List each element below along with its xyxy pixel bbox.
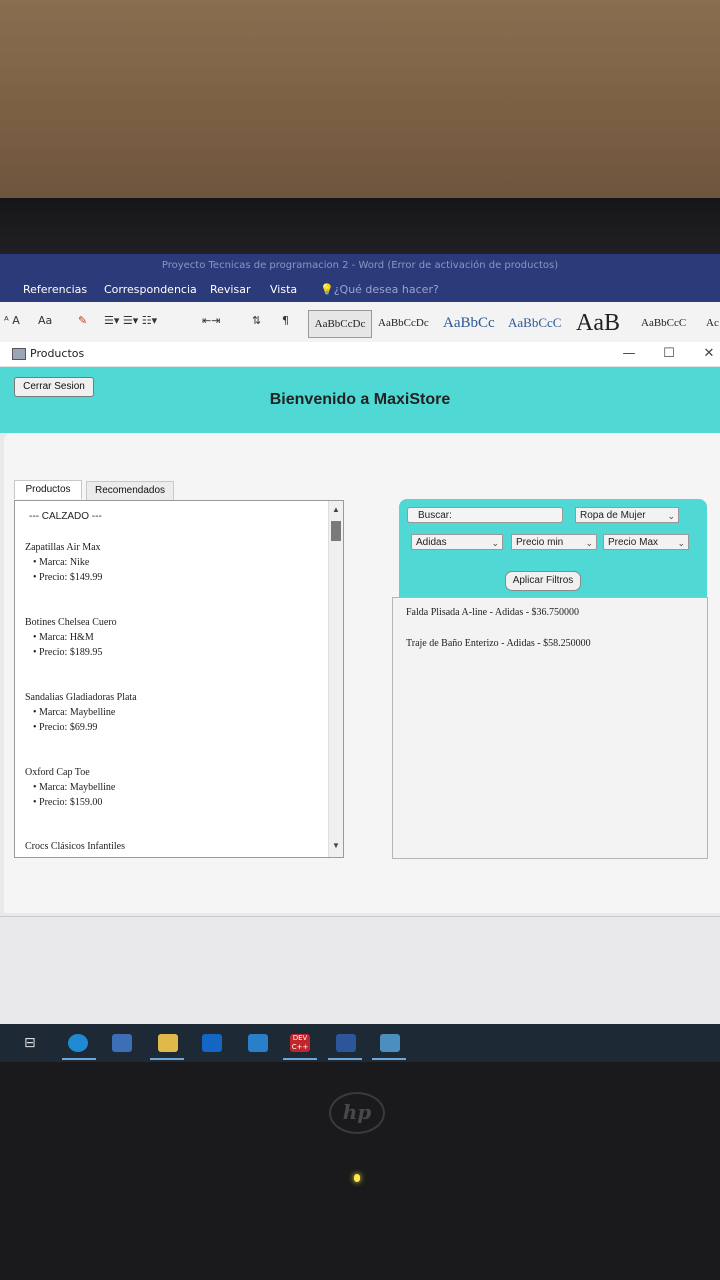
window-divider — [0, 916, 720, 917]
file-explorer-icon[interactable] — [158, 1034, 178, 1052]
list-item[interactable]: Sandalias Gladiadoras Plata • Marca: May… — [25, 692, 325, 737]
brand-select-value: Adidas — [416, 537, 447, 548]
task-view-icon[interactable]: ⊟ — [24, 1034, 44, 1052]
category-select[interactable]: Ropa de Mujer ⌄ — [575, 507, 679, 523]
chevron-down-icon: ⌄ — [677, 538, 685, 548]
product-brand: • Marca: Maybelline — [33, 707, 116, 718]
outlook-icon[interactable] — [202, 1034, 222, 1052]
product-price: • Precio: $159.00 — [33, 797, 103, 808]
content-area: Productos Recomendados --- CALZADO --- Z… — [4, 433, 720, 913]
style-normal[interactable]: AaBbCcDc — [308, 310, 372, 338]
sort-icon[interactable]: ⇅ — [252, 314, 261, 327]
app-active-indicator — [372, 1058, 406, 1060]
product-name: Zapatillas Air Max — [25, 542, 101, 553]
price-max-select[interactable]: Precio Max ⌄ — [603, 534, 689, 550]
price-min-select[interactable]: Precio min ⌄ — [511, 534, 597, 550]
visual-studio-icon[interactable] — [248, 1034, 268, 1052]
product-brand: • Marca: Nike — [33, 557, 90, 568]
product-name: Crocs Clásicos Infantiles — [25, 841, 125, 852]
word-ribbon: ᴬ A Aa ✎ ☰▾ ☰▾ ☷▾ ⇤⇥ ⇅ ¶ AaBbCcDc AaBbCc… — [0, 302, 720, 343]
indent-icon[interactable]: ⇤⇥ — [202, 314, 220, 327]
explorer-active-indicator — [150, 1058, 184, 1060]
product-brand: • Marca: H&M — [33, 632, 94, 643]
chevron-down-icon: ⌄ — [491, 538, 499, 548]
price-min-value: Precio min — [516, 537, 564, 548]
header-band: Cerrar Sesion Bienvenido a MaxiStore — [0, 367, 720, 433]
apply-filters-button[interactable]: Aplicar Filtros — [505, 571, 581, 591]
product-name: Botines Chelsea Cuero — [25, 617, 117, 628]
monitor-screen: Proyecto Tecnicas de programacion 2 - Wo… — [0, 254, 720, 1062]
filter-panel: Buscar: Ropa de Mujer ⌄ Adidas ⌄ Precio … — [399, 499, 707, 597]
style-no-spacing[interactable]: AaBbCcDc — [378, 310, 429, 336]
menu-item-vista[interactable]: Vista — [270, 283, 297, 296]
category-select-value: Ropa de Mujer — [580, 510, 646, 521]
chevron-up-icon[interactable]: ▲ — [329, 505, 343, 517]
chevron-down-icon: ⌄ — [585, 538, 593, 548]
devcpp-active-indicator — [283, 1058, 317, 1060]
edge-browser-icon[interactable] — [68, 1034, 88, 1052]
style-more[interactable]: Ac — [706, 310, 719, 336]
bullets-icon[interactable]: ☰▾ ☰▾ ☷▾ — [104, 314, 157, 327]
power-led — [354, 1174, 360, 1182]
window-icon — [12, 348, 26, 360]
menu-item-correspondencia[interactable]: Correspondencia — [104, 283, 197, 296]
style-title[interactable]: AaB — [576, 310, 620, 336]
minimize-button[interactable]: — — [614, 342, 644, 366]
tell-me-search[interactable]: 💡¿Qué desea hacer? — [320, 283, 439, 296]
product-price: • Precio: $189.95 — [33, 647, 103, 658]
scrollbar-thumb[interactable] — [331, 521, 341, 541]
taskbar: ⊟ DEV C++ — [0, 1024, 720, 1062]
tab-productos[interactable]: Productos — [14, 480, 82, 499]
product-price: • Precio: $69.99 — [33, 722, 98, 733]
style-heading-1[interactable]: AaBbCc — [443, 310, 495, 336]
product-name: Oxford Cap Toe — [25, 767, 90, 778]
word-menu-bar: Referencias Correspondencia Revisar Vist… — [0, 278, 720, 302]
word-icon[interactable] — [336, 1034, 356, 1052]
lightbulb-icon: 💡 — [320, 283, 334, 296]
category-header: --- CALZADO --- — [29, 511, 102, 522]
product-brand: • Marca: Maybelline — [33, 782, 116, 793]
close-button[interactable]: ✕ — [694, 342, 720, 366]
app-title-bar: Productos — ☐ ✕ — [0, 342, 720, 367]
app-window-icon[interactable] — [380, 1034, 400, 1052]
hp-logo: hp — [329, 1092, 385, 1134]
style-heading-2[interactable]: AaBbCcC — [508, 310, 561, 336]
list-item[interactable]: Crocs Clásicos Infantiles — [25, 841, 325, 856]
word-active-indicator — [328, 1058, 362, 1060]
pilcrow-icon[interactable]: ¶ — [282, 314, 289, 327]
monitor-bezel-top — [0, 198, 720, 254]
tell-me-label: ¿Qué desea hacer? — [333, 283, 439, 296]
filtered-results-list[interactable]: Falda Plisada A-line - Adidas - $36.7500… — [392, 597, 708, 859]
tab-recomendados[interactable]: Recomendados — [86, 481, 174, 500]
font-shrink-icon[interactable]: ᴬ A — [4, 314, 20, 327]
price-max-value: Precio Max — [608, 537, 659, 548]
store-icon[interactable] — [112, 1034, 132, 1052]
list-item[interactable]: Oxford Cap Toe • Marca: Maybelline • Pre… — [25, 767, 325, 812]
chevron-down-icon: ⌄ — [667, 511, 675, 521]
clear-format-icon[interactable]: ✎ — [78, 314, 87, 327]
search-input[interactable]: Buscar: — [407, 507, 563, 523]
result-item[interactable]: Traje de Baño Enterizo - Adidas - $58.25… — [406, 638, 591, 649]
list-item[interactable]: Botines Chelsea Cuero • Marca: H&M • Pre… — [25, 617, 325, 662]
product-list[interactable]: --- CALZADO --- Zapatillas Air Max • Mar… — [14, 500, 344, 858]
welcome-heading: Bienvenido a MaxiStore — [269, 391, 451, 408]
brand-select[interactable]: Adidas ⌄ — [411, 534, 503, 550]
list-item[interactable]: Zapatillas Air Max • Marca: Nike • Preci… — [25, 542, 325, 587]
chevron-down-icon[interactable]: ▼ — [329, 841, 343, 853]
result-item[interactable]: Falda Plisada A-line - Adidas - $36.7500… — [406, 607, 579, 618]
change-case-button[interactable]: Aa — [38, 314, 52, 327]
edge-active-indicator — [62, 1058, 96, 1060]
menu-item-revisar[interactable]: Revisar — [210, 283, 250, 296]
menu-item-referencias[interactable]: Referencias — [23, 283, 87, 296]
list-scrollbar[interactable]: ▲ ▼ — [328, 501, 343, 857]
dev-cpp-icon[interactable]: DEV C++ — [290, 1034, 310, 1052]
word-title-bar: Proyecto Tecnicas de programacion 2 - Wo… — [0, 254, 720, 278]
maximize-button[interactable]: ☐ — [654, 342, 684, 366]
product-price: • Precio: $149.99 — [33, 572, 103, 583]
background-wall — [0, 0, 720, 198]
window-title: Productos — [30, 347, 85, 360]
product-name: Sandalias Gladiadoras Plata — [25, 692, 137, 703]
style-subtitle[interactable]: AaBbCcC — [641, 310, 686, 336]
